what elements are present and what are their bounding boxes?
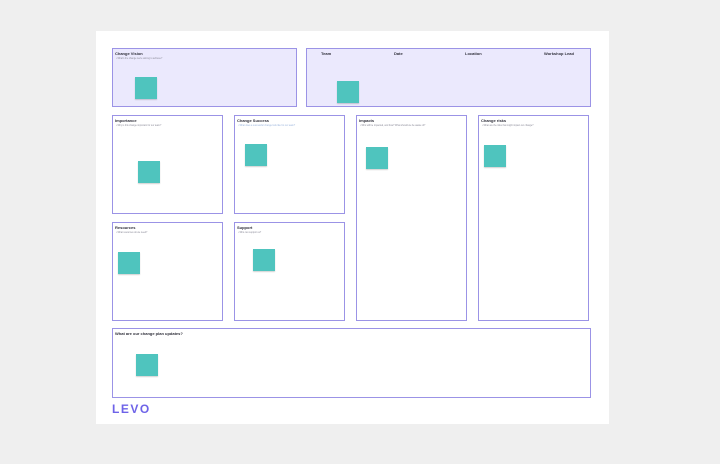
- change-risks-prompt: • What are the risks that might impact o…: [482, 125, 534, 127]
- date-column-header: Date: [394, 51, 403, 56]
- change-success-prompt: • What does a successful change look lik…: [238, 125, 296, 127]
- sticky-note[interactable]: [118, 252, 140, 274]
- resources-prompt: • What resources do we need?: [116, 232, 148, 234]
- levo-logo: LEVO: [112, 402, 151, 416]
- sticky-note[interactable]: [138, 161, 160, 183]
- support-panel[interactable]: Support • Who can support us?: [234, 222, 345, 321]
- sticky-note[interactable]: [135, 77, 157, 99]
- workshop-lead-column-header: Workshop Lead: [544, 51, 574, 56]
- impacts-prompt: • Who will be impacted, and how? What sh…: [360, 125, 426, 127]
- sticky-note[interactable]: [253, 249, 275, 271]
- sticky-note[interactable]: [484, 145, 506, 167]
- importance-panel[interactable]: Importance • Why is this change importan…: [112, 115, 223, 214]
- impacts-title: Impacts: [359, 118, 375, 123]
- sticky-note[interactable]: [245, 144, 267, 166]
- resources-panel[interactable]: Resources • What resources do we need?: [112, 222, 223, 321]
- change-plan-updates-panel[interactable]: What are our change plan updates?: [112, 328, 591, 398]
- change-vision-panel[interactable]: Change Vision • What's the change we're …: [112, 48, 297, 107]
- support-prompt: • Who can support us?: [238, 232, 262, 234]
- change-vision-title: Change Vision: [115, 51, 143, 56]
- whiteboard-canvas[interactable]: Change Vision • What's the change we're …: [96, 31, 609, 424]
- resources-title: Resources: [115, 225, 136, 230]
- change-risks-panel[interactable]: Change risks • What are the risks that m…: [478, 115, 589, 321]
- importance-title: Importance: [115, 118, 137, 123]
- change-success-panel[interactable]: Change Success • What does a successful …: [234, 115, 345, 214]
- workshop-info-panel[interactable]: Team Date Location Workshop Lead: [306, 48, 591, 107]
- change-plan-updates-title: What are our change plan updates?: [115, 331, 183, 336]
- impacts-panel[interactable]: Impacts • Who will be impacted, and how?…: [356, 115, 467, 321]
- support-title: Support: [237, 225, 253, 230]
- sticky-note[interactable]: [136, 354, 158, 376]
- change-success-title: Change Success: [237, 118, 270, 123]
- location-column-header: Location: [465, 51, 482, 56]
- change-vision-prompt: • What's the change we're aiming to achi…: [116, 58, 163, 60]
- sticky-note[interactable]: [337, 81, 359, 103]
- sticky-note[interactable]: [366, 147, 388, 169]
- team-column-header: Team: [321, 51, 332, 56]
- change-risks-title: Change risks: [481, 118, 507, 123]
- importance-prompt: • Why is this change important for our t…: [116, 125, 162, 127]
